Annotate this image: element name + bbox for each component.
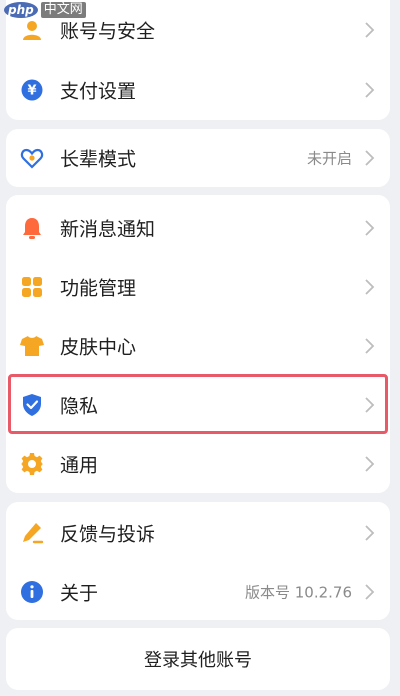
settings-item-label: 账号与安全: [60, 20, 156, 43]
user-icon: [20, 18, 44, 42]
settings-item-label: 隐私: [60, 395, 99, 418]
chevron-right-icon: [365, 397, 375, 413]
settings-item-label: 关于: [60, 582, 99, 605]
yuan-icon: ¥: [20, 78, 44, 102]
version-number: 版本号 10.2.76: [244, 583, 352, 602]
settings-item-label: 长辈模式: [60, 148, 137, 171]
chevron-right-icon: [365, 220, 375, 236]
settings-item-label: 皮肤中心: [60, 336, 137, 359]
chevron-right-icon: [365, 338, 375, 354]
settings-item-payment[interactable]: ¥ 支付设置: [6, 62, 390, 118]
chevron-right-icon: [365, 22, 375, 38]
login-other-account-label: 登录其他账号: [144, 650, 252, 671]
settings-item-label: 新消息通知: [60, 218, 156, 241]
watermark-site: 中文网: [40, 2, 86, 18]
settings-item-skin-center[interactable]: 皮肤中心: [6, 318, 390, 374]
settings-item-about[interactable]: 关于 版本号 10.2.76: [6, 564, 390, 620]
settings-item-feature-management[interactable]: 功能管理: [6, 259, 390, 315]
about-card: 反馈与投诉 关于 版本号 10.2.76: [6, 502, 390, 620]
pen-icon: [20, 521, 44, 545]
settings-item-general[interactable]: 通用: [6, 436, 390, 492]
chevron-right-icon: [365, 584, 375, 600]
settings-item-label: 功能管理: [60, 277, 137, 300]
chevron-right-icon: [365, 82, 375, 98]
grid-icon: [20, 275, 44, 299]
settings-item-elder-mode[interactable]: 长辈模式 未开启: [6, 130, 390, 186]
settings-item-feedback[interactable]: 反馈与投诉: [6, 505, 390, 561]
elder-mode-status: 未开启: [306, 149, 352, 168]
chevron-right-icon: [365, 525, 375, 541]
account-settings-card: 账号与安全 ¥ 支付设置: [6, 0, 390, 120]
settings-item-notifications[interactable]: 新消息通知: [6, 200, 390, 256]
chevron-right-icon: [365, 279, 375, 295]
svg-text:¥: ¥: [27, 84, 36, 99]
shirt-icon: [20, 334, 44, 358]
bell-icon: [20, 216, 44, 240]
settings-item-label: 支付设置: [60, 80, 137, 103]
chevron-right-icon: [365, 456, 375, 472]
settings-item-label: 反馈与投诉: [60, 523, 156, 546]
settings-item-privacy[interactable]: 隐私: [6, 377, 390, 433]
login-other-account-button[interactable]: 登录其他账号: [6, 628, 390, 690]
heart-icon: [20, 146, 44, 170]
shield-icon: [20, 393, 44, 417]
chevron-right-icon: [365, 150, 375, 166]
elder-mode-card: 长辈模式 未开启: [6, 129, 390, 187]
gear-icon: [20, 452, 44, 476]
general-settings-card: 新消息通知 功能管理 皮肤中心 隐私 通用: [6, 195, 390, 493]
settings-item-label: 通用: [60, 454, 99, 477]
watermark-brand: php: [4, 2, 38, 18]
info-icon: [20, 580, 44, 604]
watermark-logo: php 中文网: [4, 2, 86, 18]
